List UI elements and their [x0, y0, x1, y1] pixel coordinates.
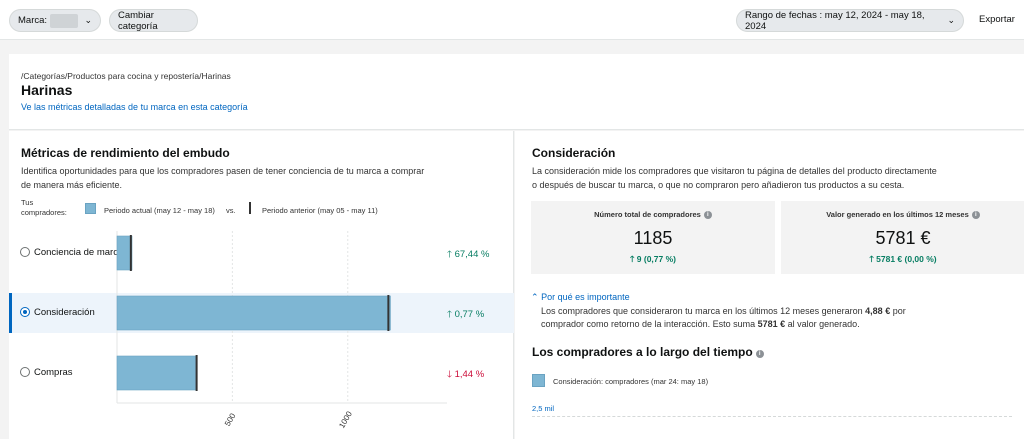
date-range-label: Rango de fechas : may 12, 2024 - may 18,…: [745, 9, 925, 32]
chevron-down-icon: ⌄: [84, 15, 92, 25]
info-icon[interactable]: i: [971, 211, 980, 219]
category-header: /Categorías/Productos para cocina y repo…: [9, 54, 1024, 130]
bar-current-0: [116, 235, 133, 271]
bar-current-2: [116, 355, 196, 391]
date-range-selector[interactable]: Rango de fechas : may 12, 2024 - may 18,…: [736, 9, 964, 32]
kpi-total-shoppers: Número total de compradores i 1185 🡑 9 (0…: [531, 201, 775, 274]
export-button[interactable]: Exportar: [979, 14, 1015, 25]
consideration-description-1: La consideración mide los compradores qu…: [532, 166, 937, 176]
arrow-up-icon: 🡑: [629, 254, 635, 264]
kpi-title: Número total de compradores i: [531, 210, 775, 219]
kpi-delta: 🡑 9 (0,77 %): [629, 254, 676, 264]
over-time-title: Los compradores a lo largo del tiempo i: [532, 345, 764, 359]
chevron-down-icon: ⌄: [947, 15, 955, 25]
over-time-legend-swatch: [532, 374, 545, 387]
kpi-value: 5781 €: [875, 228, 931, 248]
x-tick-label: 1000: [337, 409, 354, 429]
funnel-chart: 500 1000: [116, 231, 447, 430]
info-icon[interactable]: i: [755, 350, 764, 358]
over-time-legend: Consideración: compradores (mar 24: may …: [553, 377, 709, 386]
brand-selector[interactable]: Marca: ⌄: [9, 9, 101, 32]
change-category-button[interactable]: Cambiar categoría: [109, 9, 198, 32]
chevron-up-icon: ⌃: [531, 292, 539, 302]
why-important-toggle[interactable]: ⌃ Por qué es importante: [531, 290, 630, 304]
kpi-generated-value: Valor generado en los últimos 12 meses i …: [781, 201, 1024, 274]
info-icon[interactable]: i: [703, 211, 712, 219]
kpi-value: 1185: [633, 228, 673, 248]
x-tick-label: 500: [223, 411, 238, 428]
brand-value-redacted: [50, 13, 79, 28]
consideration-description-2: o después de buscar tu marca, o que no c…: [532, 180, 905, 190]
top-toolbar: Marca: ⌄ Cambiar categoría Rango de fech…: [0, 0, 1024, 40]
why-text-1: Los compradores que consideraron tu marc…: [541, 306, 906, 316]
consideration-title: Consideración: [532, 146, 616, 160]
breadcrumb[interactable]: /Categorías/Productos para cocina y repo…: [21, 71, 231, 81]
consideration-panel: Consideración La consideración mide los …: [515, 131, 1024, 439]
bar-current-1: [116, 295, 391, 331]
why-text-2: comprador como retorno de la interacción…: [541, 319, 860, 329]
gridline: [532, 416, 1012, 417]
kpi-delta: 🡑 5781 € (0,00 %): [869, 254, 937, 264]
funnel-panel: Métricas de rendimiento del embudo Ident…: [9, 131, 514, 439]
y-axis-tick: 2,5 mil: [532, 404, 555, 413]
arrow-up-icon: 🡑: [869, 254, 874, 264]
page-title: Harinas: [21, 82, 73, 98]
change-category-label: Cambiar categoría: [118, 9, 158, 32]
brand-label: Marca:: [18, 15, 48, 26]
kpi-title: Valor generado en los últimos 12 meses i: [781, 210, 1024, 219]
detailed-metrics-link[interactable]: Ve las métricas detalladas de tu marca e…: [21, 102, 248, 112]
